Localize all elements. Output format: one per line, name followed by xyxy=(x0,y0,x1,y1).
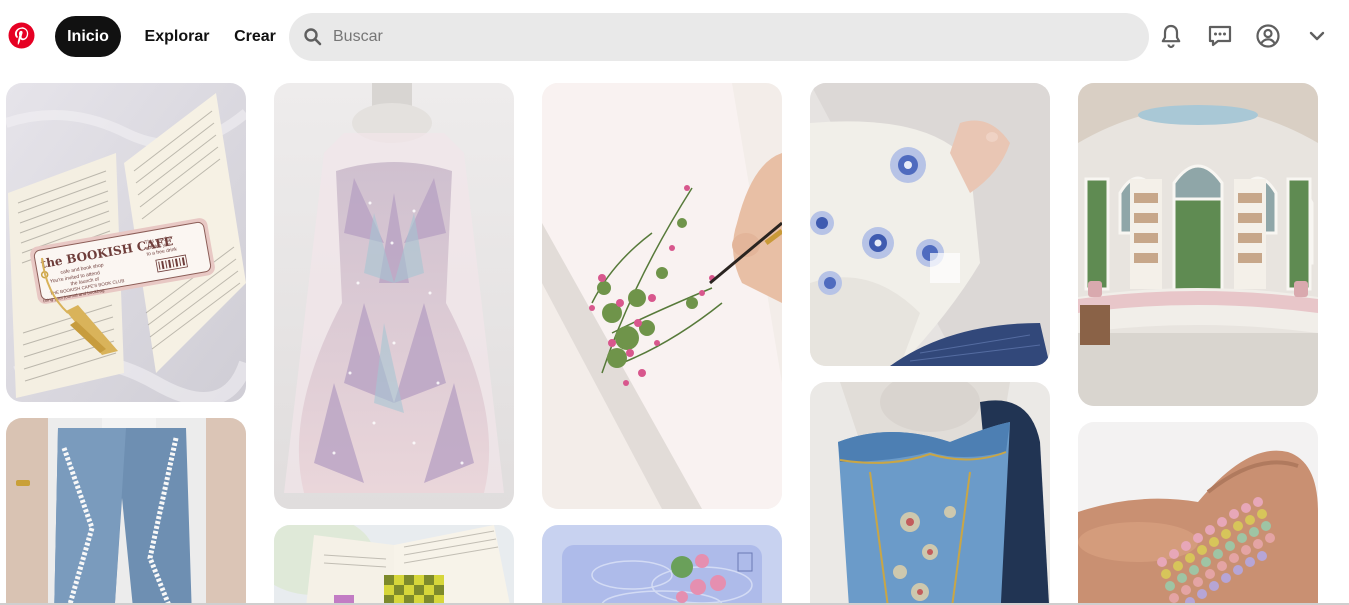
embroidered-sleeve-pin[interactable] xyxy=(810,83,1050,366)
painting-flowers-pin[interactable] xyxy=(542,83,782,509)
pinterest-logo-icon[interactable] xyxy=(8,22,35,49)
nav-explore-button[interactable]: Explorar xyxy=(136,16,218,57)
chevron-down-icon[interactable] xyxy=(1303,22,1331,50)
user-icon[interactable] xyxy=(1254,22,1282,50)
reading-book-pin[interactable] xyxy=(274,525,514,605)
bookmark-book-pin[interactable]: the BOOKISH CAFE cafe and book shop This… xyxy=(6,83,246,402)
nav-create-button[interactable]: Crear xyxy=(226,16,284,57)
search-bar[interactable] xyxy=(289,13,1149,61)
gown-pin[interactable] xyxy=(274,83,514,509)
jeans-pin[interactable] xyxy=(6,418,246,605)
beads-hand-pin[interactable] xyxy=(1078,422,1318,605)
search-input[interactable] xyxy=(333,13,1113,61)
pond-illustration-pin[interactable] xyxy=(542,525,782,605)
nav-home-button[interactable]: Inicio xyxy=(55,16,121,57)
top-header: Inicio Explorar Crear xyxy=(0,0,1349,72)
library-room-pin[interactable] xyxy=(1078,83,1318,406)
bell-icon[interactable] xyxy=(1157,22,1185,50)
message-icon[interactable] xyxy=(1206,22,1234,50)
search-icon xyxy=(303,27,323,47)
blue-corset-pin[interactable] xyxy=(810,382,1050,605)
